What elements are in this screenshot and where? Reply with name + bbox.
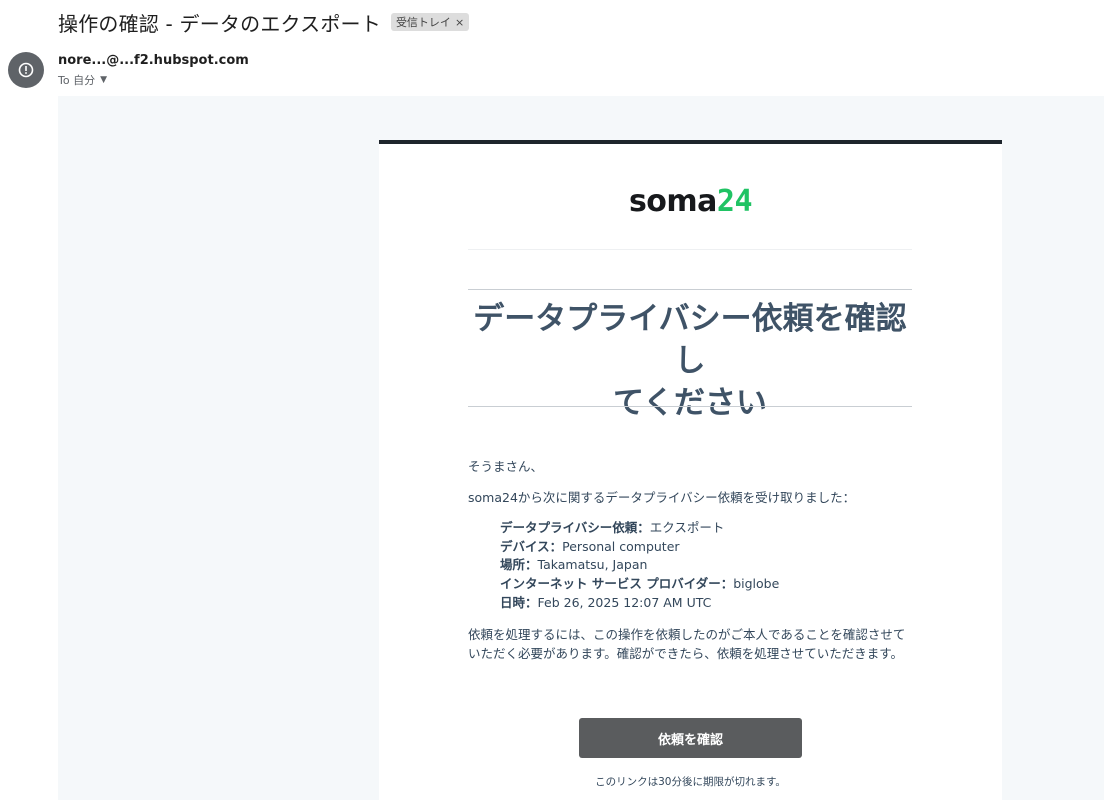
sender-avatar[interactable] [8, 52, 44, 88]
detail-row: デバイス：Personal computer [500, 538, 680, 554]
intro-text: soma24から次に関するデータプライバシー依頼を受け取りました： [468, 490, 856, 505]
request-details: データプライバシー依頼：エクスポート デバイス：Personal compute… [500, 519, 779, 613]
alert-circle-icon [18, 62, 34, 78]
soma24-logo: soma24 [379, 184, 1002, 219]
remove-label-icon[interactable]: × [455, 16, 464, 29]
email-subject: 操作の確認 - データのエクスポート [58, 11, 381, 36]
recipient-details-toggle[interactable]: To 自分 ▼ [58, 72, 107, 88]
divider [468, 406, 912, 407]
confirm-request-button[interactable]: 依頼を確認 [579, 718, 802, 758]
subject-row: 操作の確認 - データのエクスポート 受信トレイ × [58, 8, 470, 36]
headline-line-1: データプライバシー依頼を確認し [473, 301, 907, 379]
headline-line-2: てください [612, 385, 768, 421]
detail-row: 日時：Feb 26, 2025 12:07 AM UTC [500, 594, 712, 610]
divider [468, 289, 912, 290]
sender-address[interactable]: nore...@...f2.hubspot.com [58, 53, 249, 68]
detail-row: インターネット サービス プロバイダー：biglobe [500, 576, 780, 592]
detail-row: 場所：Takamatsu, Japan [500, 557, 648, 573]
detail-row: データプライバシー依頼：エクスポート [500, 520, 725, 535]
email-card: soma24 データプライバシー依頼を確認し てください そうまさん、 soma… [379, 140, 1002, 800]
explanation-text: 依頼を処理するには、この操作を依頼したのがご本人であることを確認させていただく必… [468, 627, 906, 661]
chevron-down-icon: ▼ [100, 75, 107, 85]
greeting: そうまさん、 [468, 459, 544, 474]
expiry-note: このリンクは30分後に期限が切れます。 [595, 776, 786, 788]
divider [468, 249, 912, 250]
inbox-label-chip[interactable]: 受信トレイ × [390, 13, 470, 31]
logo-number: 24 [716, 184, 753, 219]
recipient-text: To 自分 [58, 74, 96, 87]
inbox-label-text: 受信トレイ [395, 16, 451, 29]
logo-text: soma [628, 184, 717, 219]
